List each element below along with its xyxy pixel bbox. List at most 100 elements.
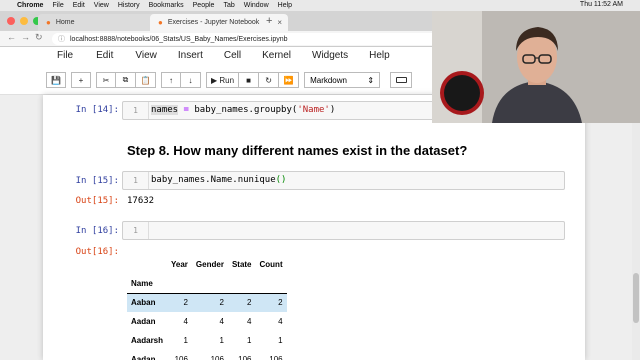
jupyter-favicon-icon: ● xyxy=(46,18,51,27)
reload-icon[interactable]: ↻ xyxy=(35,32,43,43)
line-number: 1 xyxy=(123,222,149,239)
table-row[interactable]: Aadan 4 4 4 4 xyxy=(127,312,287,331)
scrollbar-thumb[interactable] xyxy=(633,273,639,323)
jupyter-menu-bar: File Edit View Insert Cell Kernel Widget… xyxy=(47,50,390,61)
markdown-heading[interactable]: Step 8. How many different names exist i… xyxy=(127,143,467,158)
code-parens: () xyxy=(275,175,287,185)
menu-edit[interactable]: Edit xyxy=(96,50,113,61)
menu-file[interactable]: File xyxy=(57,50,73,61)
code-call: baby_names.groupby( xyxy=(194,105,298,115)
table-row[interactable]: Aaban 2 2 2 2 xyxy=(127,292,287,312)
jupyter-toolbar: 💾 + ✂ ⧉ 📋 ↑ ↓ ▶ Run ■ ↻ ⏩ Markdown ⇕ xyxy=(46,72,413,88)
table-cell: 2 xyxy=(255,292,287,312)
notebook-page: In [14]: 1 names = baby_names.groupby('N… xyxy=(43,95,585,360)
table-cell: 1 xyxy=(183,336,188,345)
table-cell: 106 xyxy=(238,355,252,360)
insert-cell-icon[interactable]: + xyxy=(71,72,91,88)
move-up-icon[interactable]: ↑ xyxy=(161,72,181,88)
cut-icon[interactable]: ✂ xyxy=(96,72,116,88)
menu-widgets[interactable]: Widgets xyxy=(312,50,348,61)
app-name[interactable]: Chrome xyxy=(17,2,43,9)
forward-icon[interactable]: → xyxy=(21,32,30,42)
column-header: State xyxy=(231,260,252,269)
output-15-value: 17632 xyxy=(127,196,155,206)
keyboard-icon[interactable] xyxy=(390,72,413,88)
table-cell: 1 xyxy=(247,336,252,345)
row-index: Aadan xyxy=(131,355,156,360)
table-cell: 4 xyxy=(219,317,224,326)
code-cell-16[interactable]: 1 xyxy=(122,221,565,240)
table-cell: 106 xyxy=(174,355,188,360)
table-cell: 106 xyxy=(210,355,224,360)
webcam-overlay xyxy=(432,11,640,123)
table-cell: 4 xyxy=(183,317,188,326)
mac-menu-bookmarks[interactable]: Bookmarks xyxy=(149,2,184,9)
index-name: Name xyxy=(131,278,153,288)
run-icon: ▶ xyxy=(211,75,218,85)
in-prompt-16: In [16]: xyxy=(75,226,119,236)
paste-icon[interactable]: 📋 xyxy=(136,72,156,88)
mac-menu-file[interactable]: File xyxy=(52,2,63,9)
menu-help[interactable]: Help xyxy=(369,50,390,61)
cell-15-code: baby_names.Name.nunique() xyxy=(151,175,286,185)
out-prompt-15: Out[15]: xyxy=(75,196,119,206)
table-row[interactable]: Aadarsh 1 1 1 1 xyxy=(127,331,287,350)
close-tab-icon[interactable]: × xyxy=(277,18,282,27)
run-button[interactable]: ▶ Run xyxy=(206,72,240,88)
dataframe-table: Year Gender State Count Name Aaban 2 2 2… xyxy=(127,255,287,360)
menu-kernel[interactable]: Kernel xyxy=(262,50,291,61)
restart-icon[interactable]: ↻ xyxy=(259,72,280,88)
mac-menu-history[interactable]: History xyxy=(118,2,140,9)
table-header-row: Year Gender State Count xyxy=(127,255,287,274)
minimize-window-icon[interactable] xyxy=(20,17,28,25)
back-icon[interactable]: ← xyxy=(7,32,16,42)
table-index-name-row: Name xyxy=(127,274,287,293)
save-icon[interactable]: 💾 xyxy=(46,72,66,88)
table-row[interactable]: Aadan 106 106 106 106 xyxy=(127,350,287,360)
line-number: 1 xyxy=(123,102,149,119)
code-expr: baby_names.Name.nunique xyxy=(151,175,276,185)
jupyter-favicon-icon: ● xyxy=(158,18,163,27)
code-close: ) xyxy=(329,105,336,115)
page-scrollbar[interactable] xyxy=(632,123,640,360)
mac-menu-people[interactable]: People xyxy=(193,2,215,9)
cell-14-code: names = baby_names.groupby('Name') xyxy=(151,105,335,115)
code-var: names xyxy=(151,105,179,115)
mac-menu-tab[interactable]: Tab xyxy=(223,2,234,9)
table-corner xyxy=(127,255,167,274)
fast-forward-icon[interactable]: ⏩ xyxy=(279,72,300,88)
table-cell: 1 xyxy=(278,336,283,345)
line-number: 1 xyxy=(123,172,149,189)
close-window-icon[interactable] xyxy=(7,17,15,25)
info-icon[interactable]: ⓘ xyxy=(58,34,65,44)
row-index: Aaban xyxy=(127,292,168,312)
mac-menu-window[interactable]: Window xyxy=(244,2,269,9)
stop-icon[interactable]: ■ xyxy=(239,72,260,88)
cell-type-select[interactable]: Markdown ⇕ xyxy=(304,72,381,88)
code-cell-15[interactable]: 1 baby_names.Name.nunique() xyxy=(122,171,565,190)
presenter-video xyxy=(432,11,640,123)
code-op: = xyxy=(183,105,189,115)
code-str: 'Name' xyxy=(297,105,330,115)
mac-menu-view[interactable]: View xyxy=(94,2,109,9)
column-header: Year xyxy=(171,260,188,269)
macos-menu-bar: Chrome File Edit View History Bookmarks … xyxy=(0,0,640,11)
mac-menu-edit[interactable]: Edit xyxy=(73,2,85,9)
table-cell: 4 xyxy=(278,317,283,326)
table-cell: 2 xyxy=(167,292,192,312)
mac-menu-help[interactable]: Help xyxy=(278,2,292,9)
menu-insert[interactable]: Insert xyxy=(178,50,203,61)
table-cell: 106 xyxy=(269,355,283,360)
move-down-icon[interactable]: ↓ xyxy=(181,72,201,88)
clock[interactable]: Thu 11:52 AM xyxy=(580,1,623,8)
column-header: Gender xyxy=(195,260,224,269)
copy-icon[interactable]: ⧉ xyxy=(116,72,136,88)
tab-exercises-label: Exercises - Jupyter Notebook xyxy=(167,19,260,26)
row-index: Aadan xyxy=(131,317,156,326)
menu-view[interactable]: View xyxy=(135,50,157,61)
new-tab-button[interactable]: + xyxy=(266,15,272,27)
table-cell: 4 xyxy=(247,317,252,326)
row-index: Aadarsh xyxy=(131,336,164,345)
menu-cell[interactable]: Cell xyxy=(224,50,241,61)
table-cell: 1 xyxy=(219,336,224,345)
